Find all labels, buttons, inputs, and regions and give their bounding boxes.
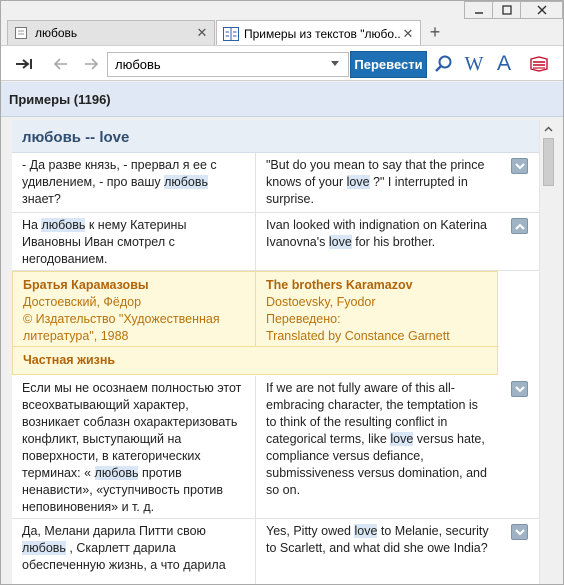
highlight: love xyxy=(390,432,414,446)
tab-label: любовь xyxy=(35,26,78,40)
text-fragment: Yes, Pitty owed xyxy=(266,524,355,538)
text-fragment: На xyxy=(22,218,42,232)
source-info: Братья Карамазовы Достоевский, Фёдор © И… xyxy=(12,271,499,375)
scroll-up-button[interactable] xyxy=(540,120,557,137)
examples-header: Примеры (1196) xyxy=(1,82,563,117)
source-publisher: © Издательство "Художественная литератур… xyxy=(23,312,220,343)
font-size-button[interactable]: A xyxy=(494,46,514,82)
english-text: If we are not fully aware of this all-em… xyxy=(256,376,500,518)
source-translated-label: Переведено: xyxy=(266,312,341,326)
highlight: love xyxy=(346,175,370,189)
text-fragment: Да, Мелани дарила Питти свою xyxy=(22,524,206,538)
expand-source-button[interactable] xyxy=(511,158,528,174)
tab-label: Примеры из текстов "любо... xyxy=(244,26,400,41)
forward-icon[interactable] xyxy=(79,46,103,82)
highlight: любовь xyxy=(164,175,209,189)
example-row: На любовь к нему Катерины Ивановны Иван … xyxy=(12,213,539,271)
vertical-scrollbar[interactable] xyxy=(539,120,557,584)
dropdown-arrow-icon[interactable] xyxy=(331,61,339,66)
page-title: Примеры (1196) xyxy=(9,92,111,107)
minimize-button[interactable] xyxy=(464,1,493,19)
chevron-down-icon xyxy=(514,162,525,169)
collapse-source-button[interactable] xyxy=(511,218,528,234)
highlight: любовь xyxy=(22,541,66,555)
search-input[interactable]: любовь xyxy=(107,52,349,77)
russian-text: - Да разве князь, - прервал я ее с удивл… xyxy=(12,153,256,212)
tab-strip: любовь ✕ Примеры из текстов "любо... ✕ + xyxy=(1,1,563,46)
app-window: любовь ✕ Примеры из текстов "любо... ✕ +… xyxy=(0,0,564,585)
expand-source-button[interactable] xyxy=(511,524,528,540)
russian-text: Если мы не осознаем полностью этот всеох… xyxy=(12,376,256,518)
source-russian: Братья Карамазовы Достоевский, Фёдор © И… xyxy=(13,272,256,346)
english-text: Ivan looked with indignation on Katerina… xyxy=(256,213,500,270)
highlight: любовь xyxy=(94,466,139,480)
close-tab-icon[interactable]: ✕ xyxy=(400,26,416,42)
chevron-down-icon xyxy=(514,385,525,392)
tab-examples[interactable]: Примеры из текстов "любо... ✕ xyxy=(216,20,421,46)
wikipedia-button[interactable]: W xyxy=(463,46,485,82)
source-english: The brothers Karamazov Dostoevsky, Fyodo… xyxy=(256,272,499,346)
source-section: Частная жизнь xyxy=(13,346,499,375)
example-row: Если мы не осознаем полностью этот всеох… xyxy=(12,376,539,519)
source-author: Достоевский, Фёдор xyxy=(23,295,142,309)
entry-header: любовь -- love xyxy=(12,120,539,153)
highlight: love xyxy=(328,235,352,249)
text-fragment: знает? xyxy=(22,192,61,206)
source-author: Dostoevsky, Fyodor xyxy=(266,295,376,309)
text-fragment: for his brother. xyxy=(351,235,436,249)
highlight: love xyxy=(354,524,378,538)
source-book-title: Братья Карамазовы xyxy=(23,278,149,292)
examples-icon xyxy=(223,26,239,41)
highlight: любовь xyxy=(41,218,86,232)
scrollbar-thumb[interactable] xyxy=(543,138,554,186)
translate-button[interactable]: Перевести xyxy=(350,51,427,78)
english-text: Yes, Pitty owed love to Melanie, securit… xyxy=(256,519,500,584)
example-row: - Да разве князь, - прервал я ее с удивл… xyxy=(12,153,539,213)
scroll-up-arrow-icon xyxy=(544,126,553,131)
source-translator: Translated by Constance Garnett xyxy=(266,329,450,343)
chevron-down-icon xyxy=(514,528,525,535)
search-icon[interactable] xyxy=(432,46,456,82)
toolbar: любовь Перевести W A xyxy=(1,45,563,81)
examples-list: любовь -- love - Да разве князь, - прерв… xyxy=(12,120,539,584)
expand-source-button[interactable] xyxy=(511,381,528,397)
russian-text: На любовь к нему Катерины Ивановны Иван … xyxy=(12,213,256,270)
source-book-title: The brothers Karamazov xyxy=(266,278,413,292)
english-text: "But do you mean to say that the prince … xyxy=(256,153,500,212)
tab-lubov[interactable]: любовь ✕ xyxy=(7,20,215,45)
app-menu-icon[interactable] xyxy=(528,46,550,82)
close-window-button[interactable] xyxy=(520,1,563,19)
maximize-button[interactable] xyxy=(492,1,521,19)
chevron-up-icon xyxy=(514,223,525,230)
russian-text: Да, Мелани дарила Питти свою любовь , Ск… xyxy=(12,519,256,584)
new-tab-button[interactable]: + xyxy=(425,22,445,42)
back-icon[interactable] xyxy=(49,46,73,82)
example-row: Да, Мелани дарила Питти свою любовь , Ск… xyxy=(12,519,539,584)
document-icon xyxy=(14,26,30,40)
pin-icon[interactable] xyxy=(11,46,37,82)
close-tab-icon[interactable]: ✕ xyxy=(194,25,210,41)
entry-title: любовь -- love xyxy=(22,129,130,146)
